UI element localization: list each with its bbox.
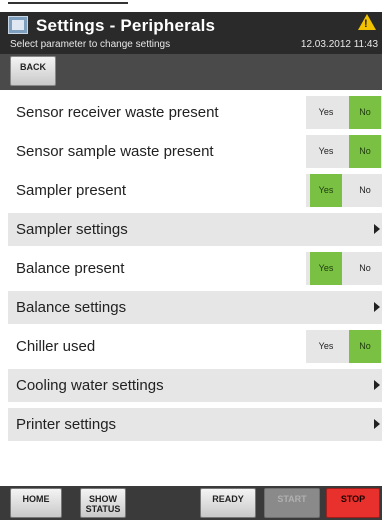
top-tab-line — [8, 2, 128, 10]
row-label: Sampler settings — [16, 221, 128, 238]
no-option[interactable]: No — [349, 174, 381, 207]
header-bar: Settings - Peripherals ! Select paramete… — [0, 12, 382, 54]
chevron-right-icon — [374, 380, 380, 390]
settings-peripherals-screen: Settings - Peripherals ! Select paramete… — [0, 0, 382, 520]
row-label: Printer settings — [16, 416, 117, 433]
yes-option[interactable]: Yes — [310, 174, 342, 207]
chevron-right-icon — [374, 419, 380, 429]
show-status-button[interactable]: SHOW STATUS — [80, 488, 126, 518]
datetime: 12.03.2012 11:43 — [300, 39, 378, 50]
row-balance-settings[interactable]: Balance settings — [8, 291, 382, 324]
row-chiller-used: Chiller used Yes No — [8, 330, 382, 363]
no-option[interactable]: No — [349, 96, 381, 129]
row-label: Chiller used — [16, 338, 96, 355]
no-option[interactable]: No — [349, 330, 381, 363]
page-title: Settings - Peripherals — [36, 16, 216, 35]
row-label: Cooling water settings — [16, 377, 164, 394]
row-printer-settings[interactable]: Printer settings — [8, 408, 382, 441]
no-option[interactable]: No — [349, 135, 381, 168]
yes-option[interactable]: Yes — [310, 330, 342, 363]
row-sensor-receiver-waste: Sensor receiver waste present Yes No — [8, 96, 382, 129]
row-sensor-sample-waste: Sensor sample waste present Yes No — [8, 135, 382, 168]
row-label: Sensor sample waste present — [16, 143, 214, 160]
settings-list: Sensor receiver waste present Yes No Sen… — [8, 96, 382, 447]
row-label: Balance present — [16, 260, 125, 277]
yes-option[interactable]: Yes — [310, 135, 342, 168]
row-label: Sampler present — [16, 182, 127, 199]
row-cooling-water-settings[interactable]: Cooling water settings — [8, 369, 382, 402]
home-button[interactable]: HOME — [10, 488, 62, 518]
no-option[interactable]: No — [349, 252, 381, 285]
show-status-line1: SHOW — [89, 494, 117, 504]
row-sampler-settings[interactable]: Sampler settings — [8, 213, 382, 246]
row-balance-present: Balance present Yes No — [8, 252, 382, 285]
chevron-right-icon — [374, 302, 380, 312]
toolbar: BACK — [0, 54, 382, 90]
bottom-bar: HOME SHOW STATUS READY START STOP — [0, 486, 382, 520]
row-sampler-present: Sampler present Yes No — [8, 174, 382, 207]
yes-option[interactable]: Yes — [310, 96, 342, 129]
top-strip — [0, 0, 382, 12]
warning-icon[interactable]: ! — [358, 14, 376, 30]
start-button[interactable]: START — [264, 488, 320, 518]
stop-button[interactable]: STOP — [326, 488, 380, 518]
ready-button[interactable]: READY — [200, 488, 256, 518]
row-label: Balance settings — [16, 299, 127, 316]
show-status-line2: STATUS — [85, 504, 121, 514]
row-label: Sensor receiver waste present — [16, 104, 219, 121]
settings-app-icon — [8, 16, 28, 34]
back-button[interactable]: BACK — [10, 56, 56, 86]
chevron-right-icon — [374, 224, 380, 234]
page-subtitle: Select parameter to change settings — [10, 39, 171, 50]
yes-option[interactable]: Yes — [310, 252, 342, 285]
